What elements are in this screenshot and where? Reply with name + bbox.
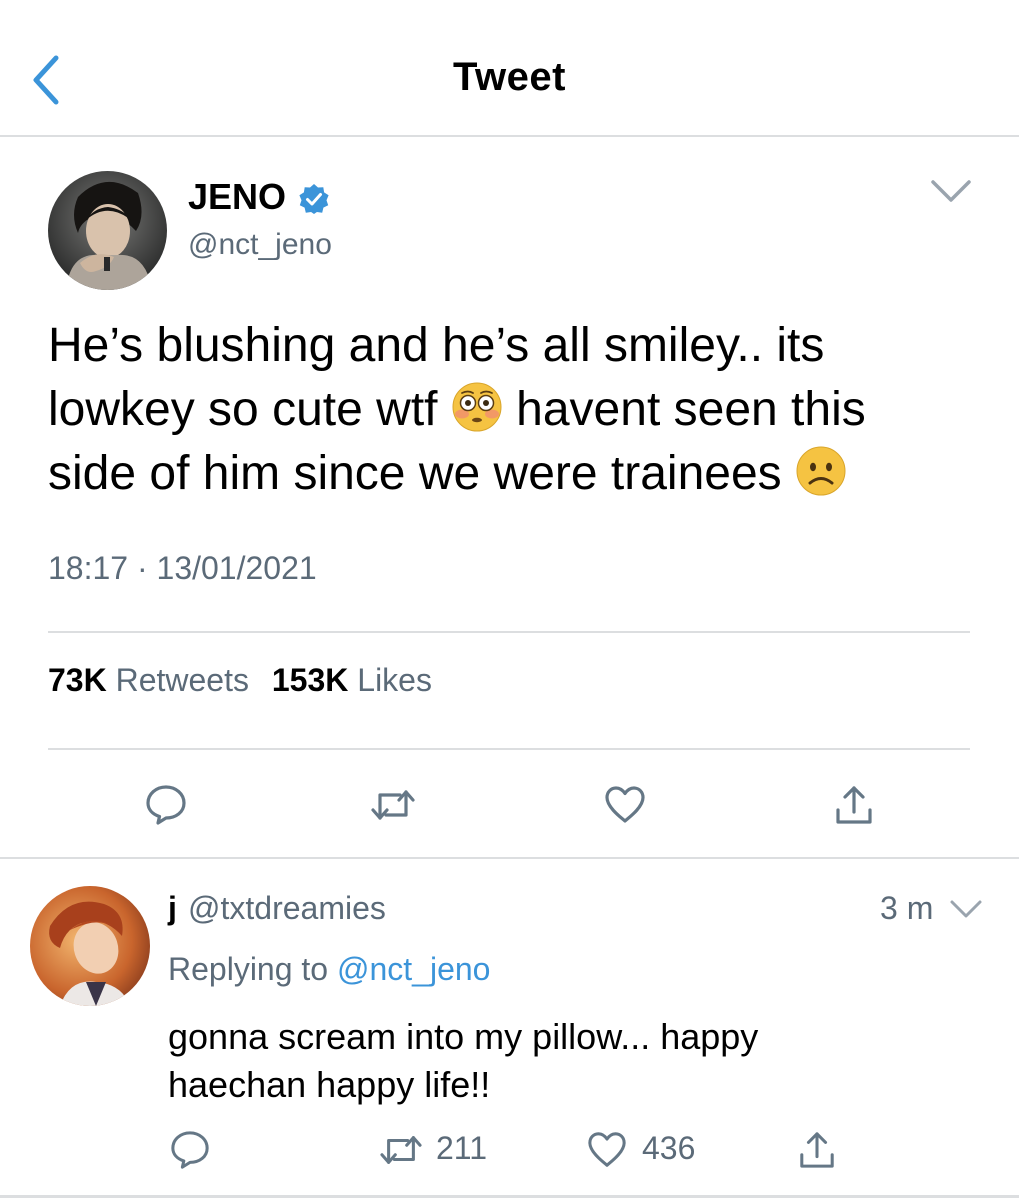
timestamp-separator: · [136, 550, 148, 586]
tweet-text-segment: havent seen this [502, 383, 866, 436]
divider [0, 857, 1019, 859]
like-icon[interactable] [586, 1130, 628, 1170]
reply-icon[interactable] [170, 1130, 210, 1170]
chevron-down-icon[interactable] [928, 175, 974, 207]
reply-icon[interactable] [145, 784, 187, 826]
reply-retweet-count: 211 [436, 1130, 488, 1166]
divider [48, 631, 970, 633]
like-label: Likes [357, 662, 432, 698]
flushed-face-icon [451, 381, 503, 433]
divider [0, 1195, 1019, 1198]
reply-author-handle[interactable]: @txtdreamies [188, 890, 386, 927]
avatar[interactable] [48, 171, 167, 290]
reply-like-count: 436 [642, 1130, 696, 1166]
page-title: Tweet [453, 55, 566, 99]
author-name[interactable]: JENO [188, 176, 286, 218]
reply-more-options-button[interactable] [948, 897, 984, 923]
reply-text: gonna scream into my pillow... happy hae… [168, 1013, 988, 1109]
share-button[interactable] [834, 784, 874, 826]
tweet-text-line: He’s blushing and he’s all smiley.. its [48, 319, 825, 372]
verified-badge-icon [298, 183, 330, 215]
tweet-text: He’s blushing and he’s all smiley.. its … [48, 314, 978, 506]
more-options-button[interactable] [928, 175, 974, 207]
tweet-text-segment: side of him since we were trainees [48, 447, 795, 500]
replying-to-line: Replying to @nct_jeno [168, 951, 490, 988]
likes-stat[interactable]: 153K Likes [272, 662, 446, 698]
reply-button[interactable] [145, 784, 187, 826]
like-icon[interactable] [604, 784, 646, 826]
retweet-icon[interactable] [370, 784, 416, 826]
reply-reply-button[interactable] [170, 1130, 210, 1170]
reply-text-line: haechan happy life!! [168, 1064, 491, 1105]
tweet-text-line: side of him since we were trainees [48, 442, 978, 506]
retweet-icon[interactable] [378, 1130, 424, 1170]
retweet-count: 73K [48, 662, 107, 698]
tweet-text-segment: lowkey so cute wtf [48, 383, 451, 436]
tweet-timestamp: 18:17 · 13/01/2021 [48, 550, 317, 587]
like-button[interactable] [604, 784, 646, 826]
tweet-text-line: lowkey so cute wtf havent seen this [48, 378, 978, 442]
share-icon[interactable] [834, 784, 874, 826]
reply-author-name[interactable]: j [168, 890, 177, 927]
retweet-button[interactable] [370, 784, 416, 826]
share-icon[interactable] [798, 1130, 836, 1170]
retweet-label: Retweets [115, 662, 249, 698]
avatar[interactable] [30, 886, 150, 1006]
reply-text-line: gonna scream into my pillow... happy [168, 1016, 759, 1057]
like-count: 153K [271, 662, 349, 698]
frowning-face-icon [795, 445, 847, 497]
replying-to-mention-link[interactable]: @nct_jeno [337, 951, 490, 987]
divider [48, 748, 970, 750]
author-handle[interactable]: @nct_jeno [188, 228, 332, 262]
tweet-date: 13/01/2021 [156, 550, 317, 586]
tweet-time: 18:17 [48, 550, 129, 586]
reply-share-button[interactable] [798, 1130, 836, 1170]
tweet-stats: 73K Retweets 153K Likes [48, 662, 446, 699]
reply-retweet-button[interactable] [378, 1130, 424, 1170]
reply-time: 3 m [880, 890, 934, 926]
replying-to-label: Replying to [168, 951, 337, 987]
retweets-stat[interactable]: 73K Retweets [48, 662, 263, 698]
chevron-down-icon[interactable] [948, 897, 984, 923]
reply-like-button[interactable] [586, 1130, 628, 1170]
